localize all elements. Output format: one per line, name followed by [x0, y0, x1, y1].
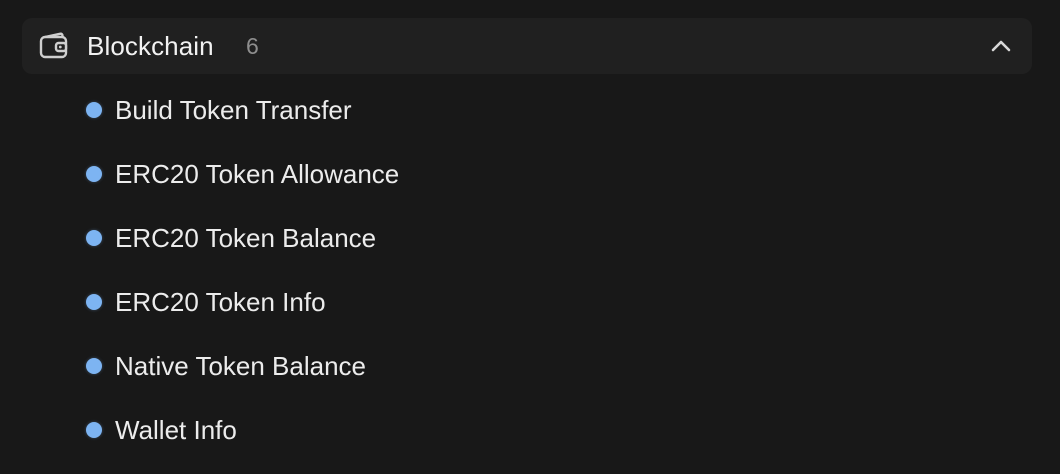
group-header-blockchain[interactable]: Blockchain 6	[22, 18, 1032, 74]
list-item-erc20-token-allowance[interactable]: ERC20 Token Allowance	[0, 142, 1060, 206]
list-item-build-token-transfer[interactable]: Build Token Transfer	[0, 78, 1060, 142]
chevron-up-icon[interactable]	[988, 34, 1014, 58]
group-count-badge: 6	[246, 33, 259, 59]
list-item-label: Build Token Transfer	[115, 95, 352, 125]
list-item-label: ERC20 Token Info	[115, 287, 326, 317]
group-item-list: Build Token Transfer ERC20 Token Allowan…	[0, 78, 1060, 462]
list-item-erc20-token-balance[interactable]: ERC20 Token Balance	[0, 206, 1060, 270]
bullet-dot-icon	[86, 230, 102, 246]
list-item-label: Native Token Balance	[115, 351, 367, 381]
wallet-icon	[39, 32, 68, 59]
group-title: Blockchain	[87, 31, 214, 61]
list-item-wallet-info[interactable]: Wallet Info	[0, 398, 1060, 462]
tool-group-panel: Blockchain 6 Build Token Transfer ERC20 …	[0, 0, 1060, 474]
list-item-label: ERC20 Token Balance	[115, 223, 377, 253]
list-item-label: ERC20 Token Allowance	[115, 159, 400, 189]
bullet-dot-icon	[86, 102, 102, 118]
list-item-erc20-token-info[interactable]: ERC20 Token Info	[0, 270, 1060, 334]
bullet-dot-icon	[86, 294, 102, 310]
bullet-dot-icon	[86, 422, 102, 438]
bullet-dot-icon	[86, 358, 102, 374]
bullet-dot-icon	[86, 166, 102, 182]
list-item-native-token-balance[interactable]: Native Token Balance	[0, 334, 1060, 398]
list-item-label: Wallet Info	[115, 415, 237, 445]
